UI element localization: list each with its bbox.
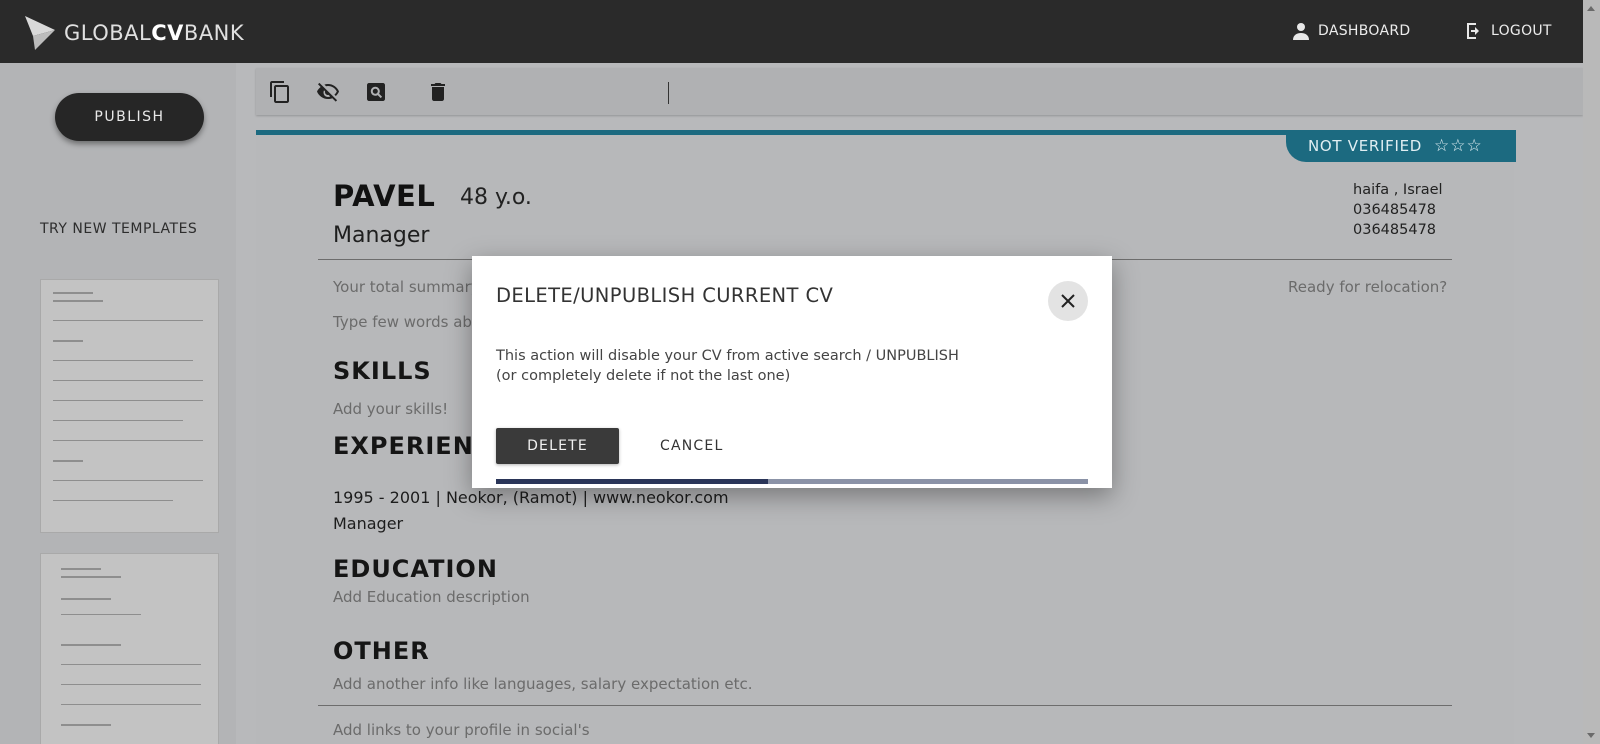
eye-off-icon[interactable] — [316, 80, 340, 104]
summary-input[interactable]: Your total summary — [333, 278, 480, 296]
trash-icon[interactable] — [426, 80, 450, 104]
dialog-message-line: This action will disable your CV from ac… — [496, 348, 959, 364]
user-icon — [1293, 23, 1309, 40]
links-input[interactable]: Add links to your profile in social's — [333, 721, 590, 739]
progress-bar-fill — [496, 479, 769, 484]
toolbar-divider — [668, 82, 669, 104]
delete-button[interactable]: DELETE — [496, 428, 619, 464]
template-thumbnail[interactable] — [40, 553, 219, 744]
other-heading: OTHER — [333, 637, 430, 665]
progress-bar — [496, 479, 1088, 484]
cv-toolbar — [256, 68, 1583, 115]
scroll-up-icon[interactable] — [1587, 6, 1595, 11]
dashboard-link[interactable]: DASHBOARD — [1291, 21, 1410, 41]
star-rating-icon: ☆☆☆ — [1434, 136, 1483, 156]
copy-icon[interactable] — [268, 80, 292, 104]
sidebar: PUBLISH TRY NEW TEMPLATES — [0, 63, 236, 744]
dialog-message: This action will disable your CV from ac… — [496, 346, 959, 386]
cv-job-title[interactable]: Manager — [333, 223, 429, 248]
delete-unpublish-dialog: DELETE/UNPUBLISH CURRENT CV This action … — [472, 256, 1112, 488]
publish-button[interactable]: PUBLISH — [55, 93, 204, 141]
contact-location: haifa , Israel — [1353, 182, 1443, 198]
contact-phone: 036485478 — [1353, 202, 1437, 218]
logout-link[interactable]: LOGOUT — [1464, 21, 1552, 41]
skills-heading: SKILLS — [333, 357, 432, 385]
close-icon — [1061, 294, 1075, 308]
contact-info[interactable]: haifa , Israel 036485478 036485478 — [1353, 180, 1443, 240]
other-input[interactable]: Add another info like languages, salary … — [333, 675, 753, 693]
top-header: GLOBALCVBANK DASHBOARD LOGOUT — [0, 0, 1583, 63]
logout-icon — [1467, 23, 1479, 39]
logout-label: LOGOUT — [1491, 23, 1552, 39]
paper-plane-icon — [25, 16, 55, 50]
summary-description-input[interactable]: Type few words abo — [333, 313, 481, 331]
search-icon[interactable] — [364, 80, 388, 104]
cv-age: 48 y.o. — [460, 185, 532, 210]
relocation-input[interactable]: Ready for relocation? — [1288, 278, 1447, 296]
template-thumbnail[interactable] — [40, 279, 219, 533]
try-templates-label: TRY NEW TEMPLATES — [40, 221, 198, 237]
verification-status: NOT VERIFIED — [1308, 137, 1423, 155]
dialog-message-line: (or completely delete if not the last on… — [496, 368, 791, 384]
cancel-button[interactable]: CANCEL — [660, 428, 723, 464]
divider — [318, 705, 1452, 706]
education-heading: EDUCATION — [333, 555, 498, 583]
verification-badge: NOT VERIFIED ☆☆☆ — [1286, 130, 1516, 162]
scroll-down-icon[interactable] — [1587, 733, 1595, 738]
experience-entry[interactable]: 1995 - 2001 | Neokor, (Ramot) | www.neok… — [333, 488, 729, 507]
page-scrollbar[interactable] — [1583, 0, 1600, 744]
experience-heading: EXPERIENC — [333, 432, 493, 460]
logo[interactable]: GLOBALCVBANK — [25, 16, 244, 50]
dialog-title: DELETE/UNPUBLISH CURRENT CV — [496, 284, 834, 307]
skills-input[interactable]: Add your skills! — [333, 400, 448, 418]
experience-role[interactable]: Manager — [333, 514, 403, 533]
education-input[interactable]: Add Education description — [333, 588, 530, 606]
close-button[interactable] — [1048, 281, 1088, 321]
contact-phone: 036485478 — [1353, 222, 1437, 238]
logo-text: GLOBALCVBANK — [64, 21, 245, 45]
cv-name[interactable]: PAVEL — [333, 179, 435, 213]
dashboard-label: DASHBOARD — [1318, 23, 1411, 39]
